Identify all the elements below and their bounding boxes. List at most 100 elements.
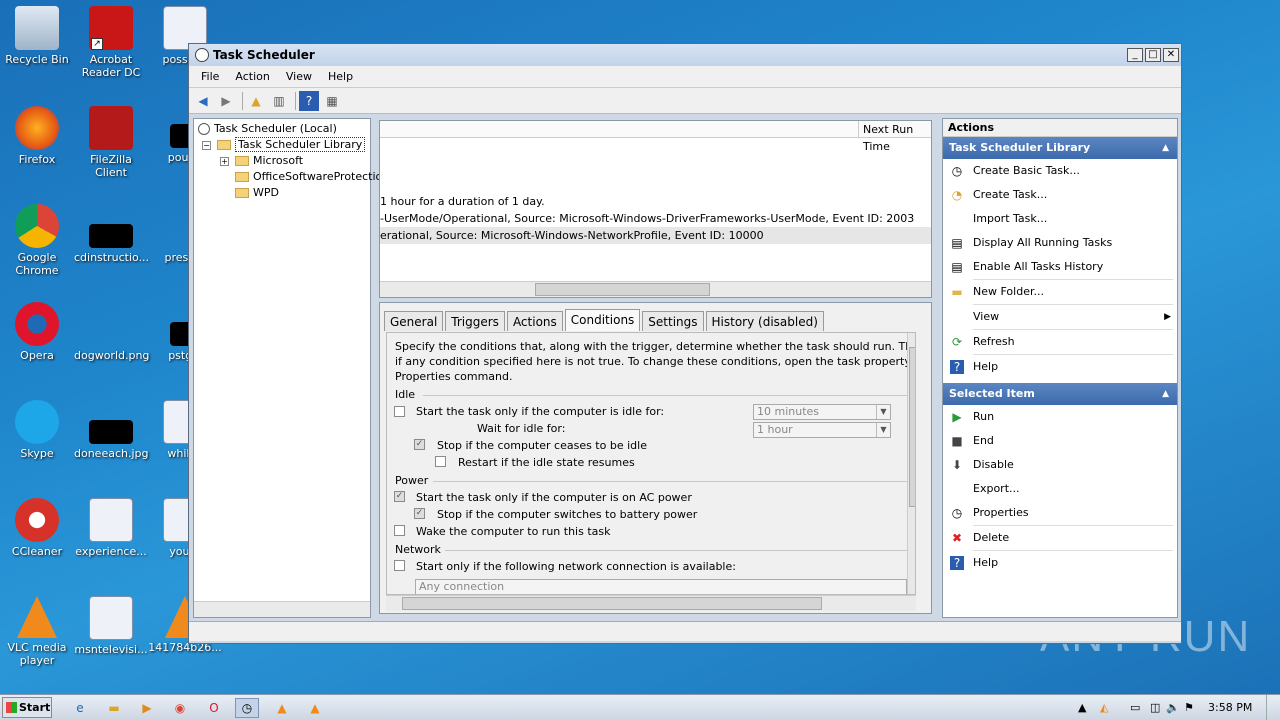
desktop-icon-skype[interactable]: Skype	[0, 400, 74, 460]
tree-item-microsoft[interactable]: + Microsoft	[220, 153, 303, 169]
desktop-icon-ccleaner[interactable]: CCleaner	[0, 498, 74, 558]
tree-item-wpd[interactable]: WPD	[235, 185, 279, 201]
action-new-folder[interactable]: ▬ New Folder...	[943, 280, 1177, 304]
expand-icon[interactable]: +	[220, 156, 229, 166]
desktop-icon-dogworld[interactable]: dogworld.png	[74, 302, 149, 362]
menu-action[interactable]: Action	[227, 70, 277, 83]
restart-idle-checkbox[interactable]	[435, 456, 446, 467]
stop-idle-checkbox[interactable]: ✓	[414, 439, 425, 450]
back-arrow-icon[interactable]: ◀	[193, 91, 213, 111]
action-create-task[interactable]: ◔ Create Task...	[943, 183, 1177, 207]
scroll-thumb[interactable]	[402, 597, 822, 610]
action-properties[interactable]: ◷ Properties	[943, 501, 1177, 525]
tab-actions[interactable]: Actions	[506, 311, 563, 331]
vlc-taskbar-icon-2[interactable]: ▲	[303, 698, 327, 718]
desktop-icon-acrobat[interactable]: ↗ Acrobat Reader DC	[74, 6, 148, 79]
desktop-icon-doneeach[interactable]: doneeach.jpg	[74, 400, 149, 460]
vlc-taskbar-icon[interactable]: ▲	[270, 698, 294, 718]
desktop-icon-vlc[interactable]: VLC media player	[0, 596, 74, 667]
opera-taskbar-icon[interactable]: O	[202, 698, 226, 718]
action-refresh[interactable]: ⟳ Refresh	[943, 330, 1177, 354]
desktop-icon-opera[interactable]: Opera	[0, 302, 74, 362]
task-scheduler-taskbar-icon[interactable]: ◷	[235, 698, 259, 718]
desktop-icon-filezilla[interactable]: FileZilla Client	[74, 106, 148, 179]
title-bar[interactable]: Task Scheduler _ □ ✕	[189, 44, 1181, 66]
collapse-arrow-icon[interactable]: ▲	[1162, 137, 1169, 159]
help-icon[interactable]: ?	[299, 90, 319, 111]
column-next-run-time[interactable]: Next Run Time	[858, 121, 931, 153]
media-player-icon[interactable]: ▶	[135, 698, 159, 718]
wait-duration-select[interactable]: 1 hour ▼	[753, 422, 891, 438]
list-item[interactable]: 1 hour for a duration of 1 day.	[380, 193, 545, 210]
desktop-icon-recycle-bin[interactable]: Recycle Bin	[0, 6, 74, 66]
action-create-basic-task[interactable]: ◷ Create Basic Task...	[943, 159, 1177, 183]
tab-history-disabled[interactable]: History (disabled)	[705, 311, 824, 331]
network-checkbox[interactable]	[394, 560, 405, 571]
action-display-running-tasks[interactable]: ▤ Display All Running Tasks	[943, 231, 1177, 255]
desktop-icon-firefox[interactable]: Firefox	[0, 106, 74, 166]
show-hide-tree-icon[interactable]: ▥	[269, 91, 289, 111]
action-run[interactable]: ▶ Run	[943, 405, 1177, 429]
internet-explorer-icon[interactable]: e	[68, 698, 92, 718]
list-item-selected[interactable]: erational, Source: Microsoft-Windows-Net…	[380, 227, 931, 244]
vlc-tray-icon[interactable]: ◭	[1100, 695, 1108, 720]
history-horizontal-scrollbar[interactable]	[380, 281, 931, 297]
scroll-thumb[interactable]	[909, 347, 915, 507]
desktop-icon-cdinstruction[interactable]: cdinstructio...	[74, 204, 149, 264]
up-folder-icon[interactable]: ▲	[246, 91, 266, 111]
action-export[interactable]: Export...	[943, 477, 1177, 501]
wake-checkbox[interactable]	[394, 525, 405, 536]
action-delete[interactable]: ✖ Delete	[943, 526, 1177, 550]
tab-conditions[interactable]: Conditions	[564, 309, 641, 331]
conditions-vertical-scrollbar[interactable]	[907, 333, 915, 594]
battery-checkbox[interactable]: ✓	[414, 508, 425, 519]
chrome-taskbar-icon[interactable]: ◉	[168, 698, 192, 718]
ac-power-checkbox[interactable]: ✓	[394, 491, 405, 502]
clock[interactable]: 3:58 PM	[1208, 695, 1252, 720]
action-view[interactable]: View ▶	[943, 305, 1177, 329]
menu-file[interactable]: File	[193, 70, 227, 83]
actions-section-library[interactable]: Task Scheduler Library ▲	[943, 137, 1177, 159]
start-button[interactable]: Start	[2, 697, 52, 718]
tab-general[interactable]: General	[384, 311, 444, 331]
network-connection-select[interactable]: Any connection	[415, 579, 907, 594]
menu-view[interactable]: View	[278, 70, 320, 83]
screen-tray-icon[interactable]: ▭	[1130, 695, 1140, 720]
collapse-arrow-icon[interactable]: ▲	[1162, 383, 1169, 405]
action-enable-history[interactable]: ▤ Enable All Tasks History	[943, 255, 1177, 279]
idle-duration-select[interactable]: 10 minutes ▼	[753, 404, 891, 420]
desktop-icon-experience[interactable]: experience...	[74, 498, 148, 558]
list-item[interactable]: -UserMode/Operational, Source: Microsoft…	[380, 210, 914, 227]
scroll-thumb[interactable]	[535, 283, 710, 296]
image-thumbnail-icon	[89, 420, 133, 444]
collapse-icon[interactable]: −	[202, 140, 211, 150]
actions-section-selected-item[interactable]: Selected Item ▲	[943, 383, 1177, 405]
idle-start-checkbox[interactable]	[394, 406, 405, 417]
action-end[interactable]: ■ End	[943, 429, 1177, 453]
show-hidden-icons[interactable]: ▲	[1078, 695, 1086, 720]
network-tray-icon[interactable]: ◫	[1150, 695, 1160, 720]
tab-settings[interactable]: Settings	[642, 311, 704, 331]
close-button[interactable]: ✕	[1163, 48, 1179, 62]
action-center-flag-icon[interactable]: ⚑	[1184, 695, 1194, 720]
forward-arrow-icon[interactable]: ▶	[216, 91, 236, 111]
action-disable[interactable]: ⬇ Disable	[943, 453, 1177, 477]
show-hide-action-pane-icon[interactable]: ▦	[322, 91, 342, 111]
desktop-icon-msntelevision[interactable]: msntelevisi...	[74, 596, 148, 656]
tree-item-task-scheduler-local[interactable]: Task Scheduler (Local)	[198, 121, 337, 137]
tree-horizontal-scrollbar[interactable]	[194, 601, 370, 617]
action-help-selected[interactable]: ? Help	[943, 551, 1177, 575]
tab-triggers[interactable]: Triggers	[445, 311, 505, 331]
action-help[interactable]: ? Help	[943, 355, 1177, 379]
tree-item-task-scheduler-library[interactable]: − Task Scheduler Library	[202, 137, 366, 153]
file-explorer-icon[interactable]: ▬	[102, 698, 126, 718]
tree-item-officesoftwareprotection[interactable]: OfficeSoftwareProtectio	[235, 169, 382, 185]
volume-icon[interactable]: 🔈	[1166, 695, 1180, 720]
maximize-button[interactable]: □	[1145, 48, 1161, 62]
action-import-task[interactable]: Import Task...	[943, 207, 1177, 231]
conditions-horizontal-scrollbar[interactable]	[386, 595, 916, 611]
show-desktop-button[interactable]	[1266, 695, 1278, 720]
minimize-button[interactable]: _	[1127, 48, 1143, 62]
desktop-icon-chrome[interactable]: Google Chrome	[0, 204, 74, 277]
menu-help[interactable]: Help	[320, 70, 361, 83]
